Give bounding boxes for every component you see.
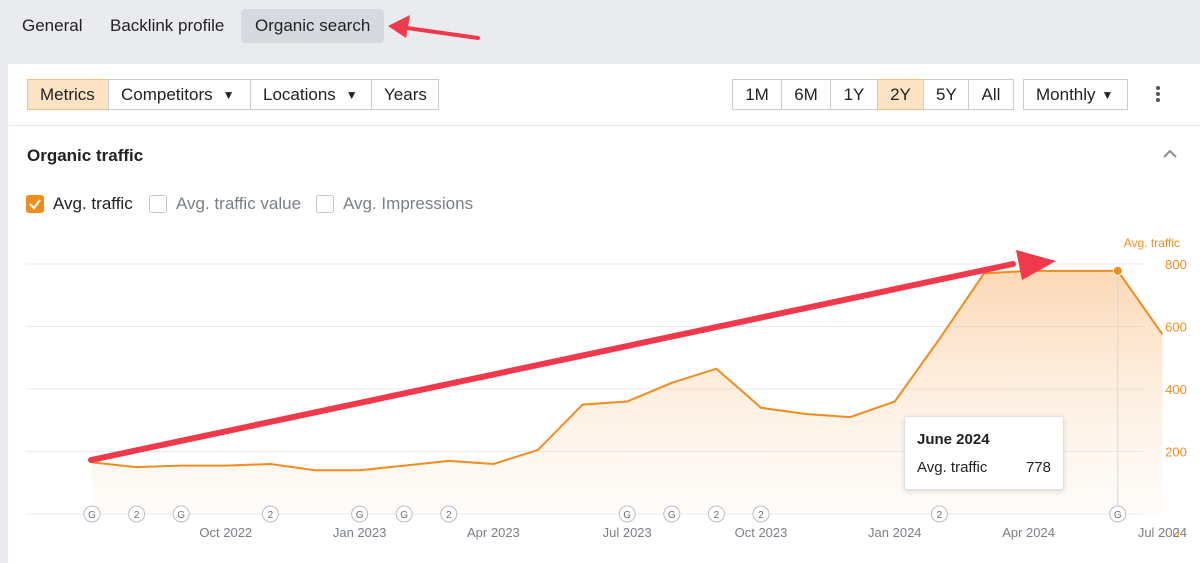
update-count-marker[interactable]: 2 [707,505,725,523]
google-update-marker[interactable]: G [395,505,413,523]
marker-label: G [1114,510,1122,521]
x-tick-label: Jan 2024 [868,525,922,540]
x-tick-label: Oct 2022 [199,525,252,540]
x-tick-label: Jul 2024 [1138,525,1187,540]
marker-label: G [668,510,676,521]
y-tick-label: 400 [1165,382,1187,397]
marker-label: 2 [268,510,274,521]
update-count-marker[interactable]: 2 [930,505,948,523]
tooltip-title: June 2024 [917,431,990,448]
tab-pointer-arrow [388,15,480,40]
google-update-marker[interactable]: G [618,505,636,523]
google-update-marker[interactable]: G [172,505,190,523]
tooltip-label: Avg. traffic [917,459,988,476]
update-count-marker[interactable]: 2 [440,505,458,523]
x-tick-label: Jul 2023 [603,525,652,540]
google-update-marker[interactable]: G [663,505,681,523]
y-axis-title: Avg. traffic [1124,236,1180,250]
marker-label: G [88,510,96,521]
google-update-marker[interactable]: G [351,505,369,523]
marker-label: G [400,510,408,521]
top-tabs: General Backlink profile Organic search [0,0,1200,60]
google-update-marker[interactable]: G [83,505,101,523]
x-tick-label: Jan 2023 [333,525,387,540]
organic-traffic-card: Metrics Competitors ▼ Locations ▼ Years 1M… [8,15,1200,563]
tab-backlink-profile[interactable]: Backlink profile [96,9,238,43]
x-tick-label: Apr 2024 [1002,525,1055,540]
marker-label: 2 [937,510,943,521]
y-tick-label: 200 [1165,445,1187,460]
update-count-marker[interactable]: 2 [752,505,770,523]
marker-label: 2 [134,510,140,521]
marker-label: G [623,510,631,521]
y-tick-label: 600 [1165,320,1187,335]
highlight-point [1112,265,1123,276]
update-count-marker[interactable]: 2 [128,505,146,523]
marker-label: 2 [446,510,452,521]
x-tick-label: Oct 2023 [735,525,788,540]
chart-tooltip: June 2024 Avg. traffic 778 [904,416,1064,490]
tab-organic-search[interactable]: Organic search [241,9,385,43]
google-update-marker[interactable]: G [1109,505,1127,523]
marker-label: 2 [758,510,764,521]
tooltip-value: 778 [1025,459,1051,476]
marker-label: G [177,510,185,521]
tab-general[interactable]: General [8,9,96,43]
x-tick-label: Apr 2023 [467,525,520,540]
y-tick-label: 800 [1165,257,1187,272]
marker-label: G [356,510,364,521]
update-count-marker[interactable]: 2 [261,505,279,523]
marker-label: 2 [714,510,720,521]
